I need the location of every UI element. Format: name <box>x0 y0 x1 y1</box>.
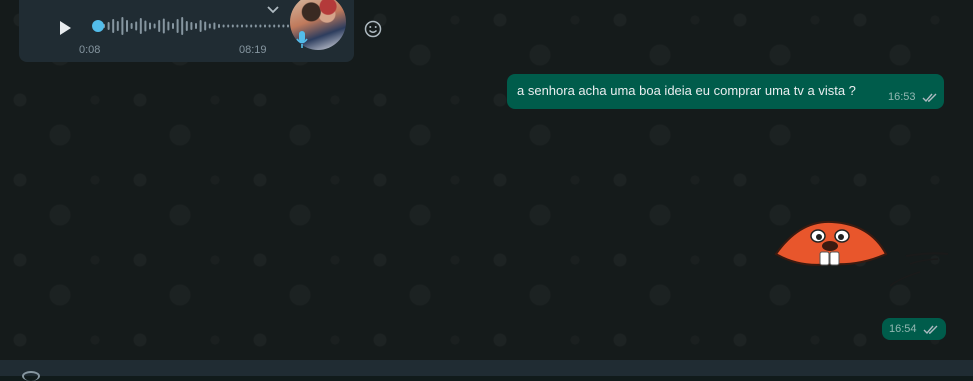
waveform-bar <box>236 24 239 28</box>
waveform-bar <box>222 24 225 28</box>
waveform-bar <box>176 19 179 33</box>
beaver-face-sticker[interactable] <box>770 212 950 292</box>
chevron-down-icon[interactable] <box>265 4 281 16</box>
waveform-bar <box>121 17 124 35</box>
waveform-bar <box>162 18 165 34</box>
microphone-icon <box>296 31 308 48</box>
waveform-bar <box>107 22 110 30</box>
waveform-bar <box>181 17 184 35</box>
waveform-bar <box>208 23 211 29</box>
waveform-bar <box>195 23 197 29</box>
waveform-bar <box>227 24 230 28</box>
waveform-bar <box>264 24 266 28</box>
message-text: a senhora acha uma boa ideia eu comprar … <box>517 83 856 98</box>
waveform-bar <box>167 21 170 31</box>
waveform-bar <box>213 22 216 30</box>
play-icon <box>60 21 71 35</box>
audio-duration: 08:19 <box>239 44 267 56</box>
waveform-bar <box>231 24 234 28</box>
waveform-bar <box>144 20 147 32</box>
waveform-bar <box>126 20 128 32</box>
double-check-icon <box>923 325 938 335</box>
waveform-bar <box>135 21 138 31</box>
waveform-bar <box>277 24 280 28</box>
audio-progress-knob[interactable] <box>92 20 105 32</box>
message-composer-bar <box>0 360 973 376</box>
waveform-bar <box>259 24 262 28</box>
audio-current-time: 0:08 <box>79 44 101 56</box>
voice-message-bubble[interactable]: 0:08 08:19 <box>19 0 354 62</box>
waveform-bar <box>172 23 174 29</box>
waveform-bar <box>241 24 243 28</box>
emoji-reaction-button[interactable] <box>364 20 382 38</box>
sticker-time: 16:54 <box>889 323 917 335</box>
waveform-bar <box>149 22 151 30</box>
waveform-bar <box>158 20 161 32</box>
message-time: 16:53 <box>888 91 916 103</box>
waveform-bar <box>112 19 115 33</box>
waveform-bar <box>130 23 133 29</box>
waveform-bar <box>268 24 271 28</box>
outgoing-message-bubble[interactable]: a senhora acha uma boa ideia eu comprar … <box>507 74 944 109</box>
waveform-bar <box>153 23 156 29</box>
waveform-bar <box>190 22 193 30</box>
waveform-bar <box>185 21 188 31</box>
smiley-icon <box>364 20 382 38</box>
waveform-bar <box>139 18 142 34</box>
waveform-bar <box>273 24 276 28</box>
waveform-bar <box>282 24 285 28</box>
waveform-bar <box>199 20 202 32</box>
waveform-bar <box>254 24 257 28</box>
waveform-bar <box>218 24 220 28</box>
waveform-bar <box>287 24 289 28</box>
play-button[interactable] <box>55 18 75 38</box>
audio-waveform[interactable] <box>89 14 293 38</box>
double-check-icon <box>922 93 937 103</box>
emoji-icon[interactable] <box>22 371 40 381</box>
waveform-bar <box>250 24 253 28</box>
waveform-bar <box>245 24 248 28</box>
waveform-bar <box>116 21 119 31</box>
sticker-meta: 16:54 <box>882 318 946 340</box>
waveform-bar <box>204 21 207 31</box>
